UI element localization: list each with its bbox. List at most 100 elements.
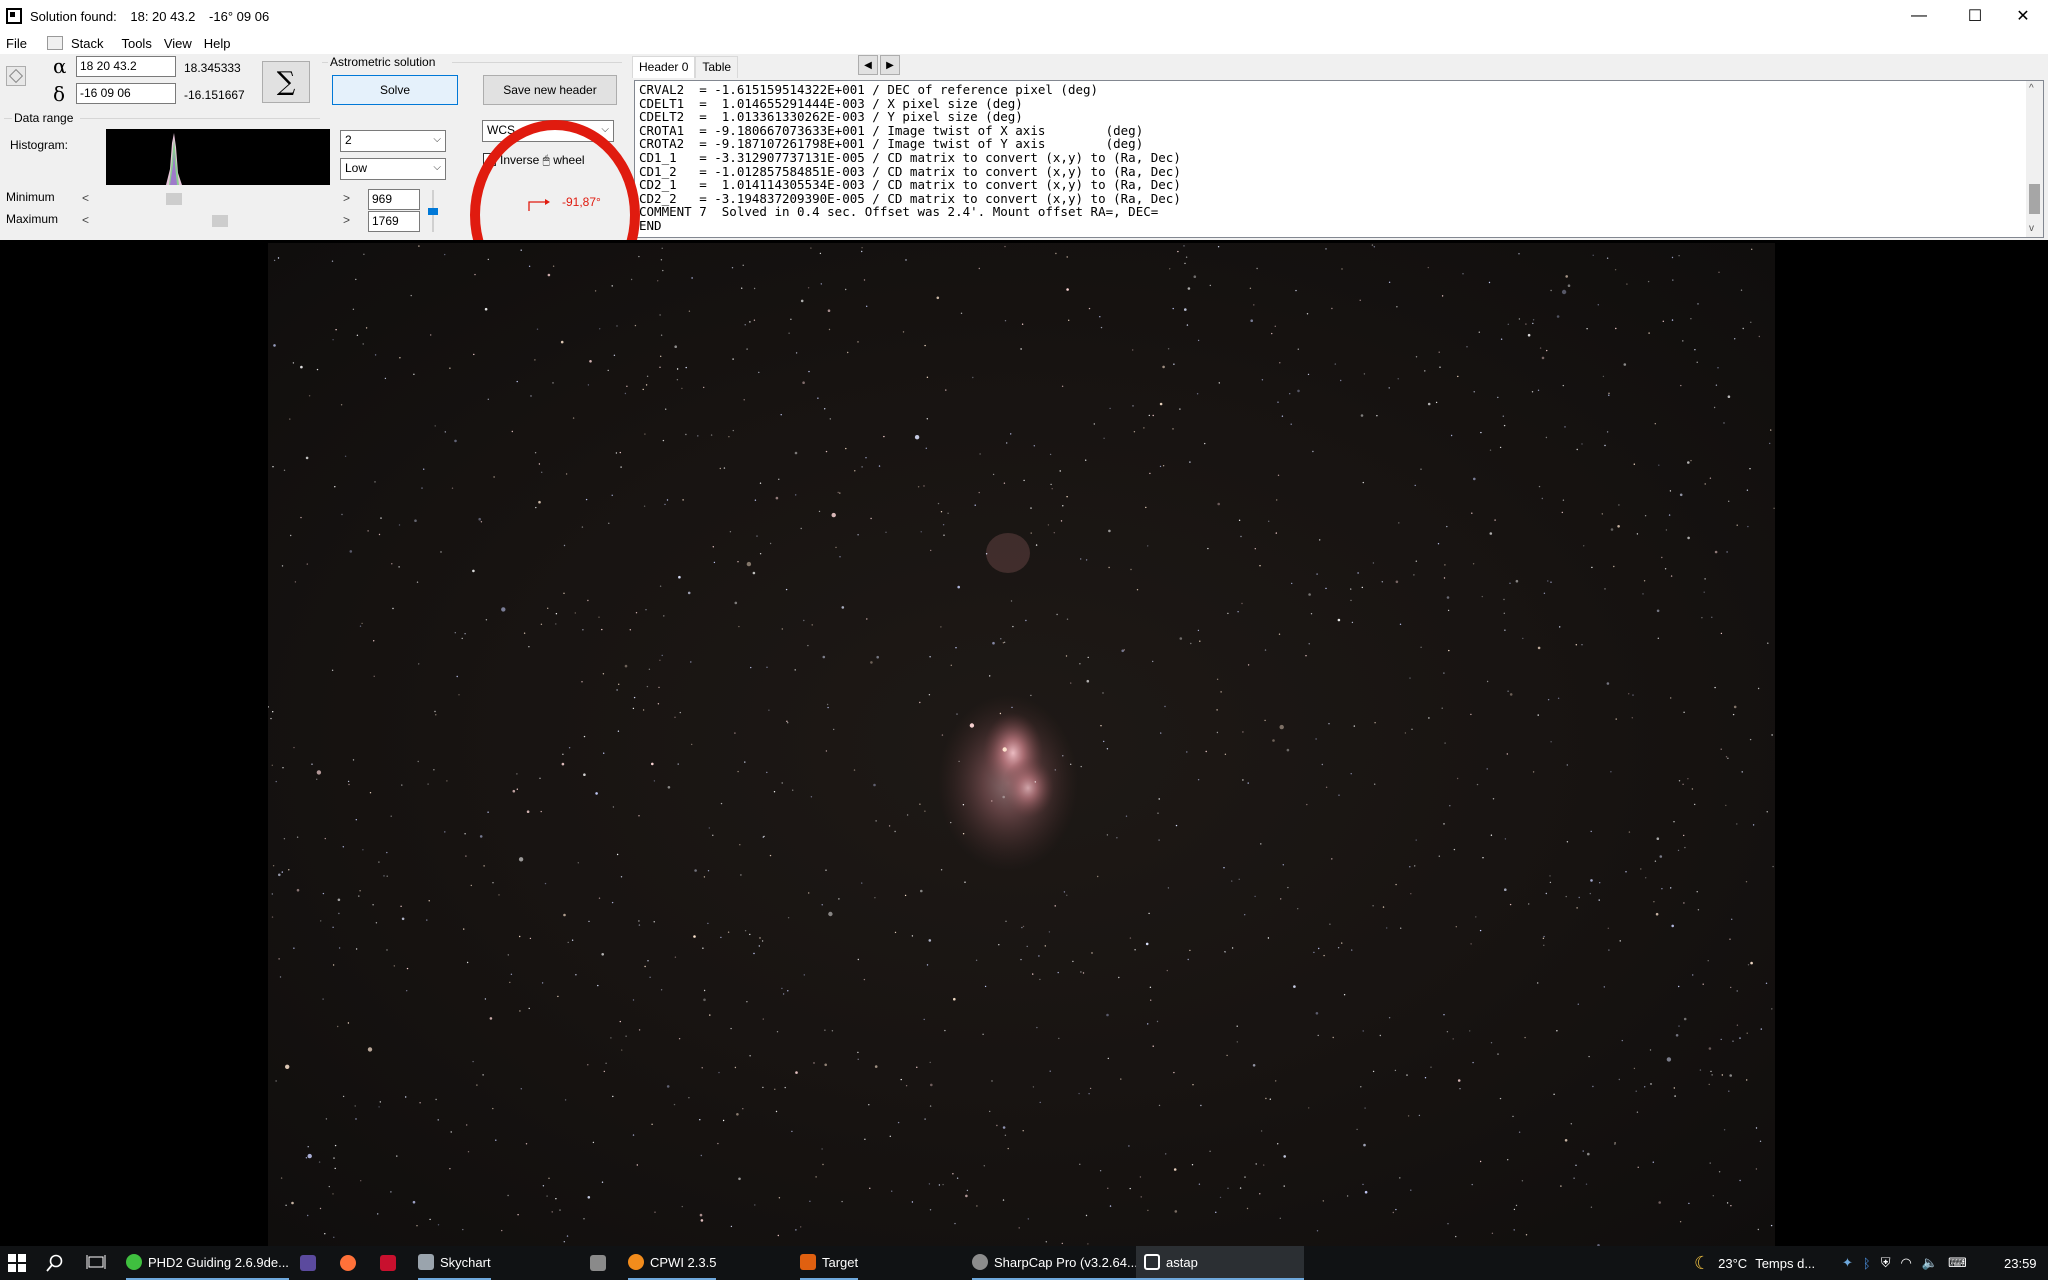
maximum-input[interactable]: 1769 — [368, 211, 420, 232]
prev-header-button[interactable]: ◀ — [858, 55, 878, 75]
star — [1583, 545, 1585, 547]
maximum-slider-thumb[interactable] — [212, 215, 228, 227]
image-viewer[interactable] — [0, 240, 2048, 1247]
header-scrollbar[interactable]: ^ v — [2026, 81, 2043, 237]
minimum-input[interactable]: 969 — [368, 189, 420, 210]
star — [575, 974, 577, 976]
star — [1325, 786, 1328, 788]
group-line — [322, 62, 328, 63]
dec-input[interactable]: -16 09 06 — [76, 83, 176, 104]
stretch-slider[interactable] — [428, 190, 438, 232]
star — [516, 773, 518, 775]
search-button[interactable] — [46, 1246, 64, 1280]
star — [635, 612, 638, 614]
star — [1328, 723, 1330, 725]
taskbar-item-app-purple[interactable] — [300, 1246, 316, 1280]
star — [1047, 524, 1050, 526]
stretch-thumb[interactable] — [428, 208, 438, 215]
star — [354, 1105, 356, 1107]
maximize-button[interactable]: ☐ — [1952, 0, 1998, 32]
star — [1033, 445, 1035, 447]
save-new-header-button[interactable]: Save new header — [483, 75, 617, 105]
star — [1054, 769, 1056, 771]
solve-button[interactable]: Solve — [332, 75, 458, 105]
volume-icon[interactable]: 🔈 — [1922, 1255, 1938, 1271]
star — [1683, 711, 1685, 713]
stack-sum-button[interactable]: ∑ — [262, 61, 310, 103]
star — [659, 314, 661, 316]
fits-header-text[interactable]: CRVAL2 = -1.615159514322E+001 / DEC of r… — [634, 80, 2044, 238]
clock[interactable]: 23:59 — [2004, 1246, 2037, 1280]
taskbar-item-asi[interactable] — [380, 1246, 396, 1280]
star — [1588, 1055, 1590, 1058]
binning-select[interactable]: 2 ⌵ — [340, 130, 446, 152]
diamond-tool-button[interactable] — [6, 66, 26, 86]
star — [1003, 482, 1006, 484]
taskbar-item-sharpcap[interactable]: SharpCap Pro (v3.2.64... — [972, 1246, 1138, 1280]
minimum-slider[interactable]: < > — [80, 191, 352, 207]
astrometric-group-label: Astrometric solution — [330, 55, 436, 69]
taskbar-item-firefox[interactable] — [340, 1246, 356, 1280]
close-button[interactable]: ✕ — [2000, 0, 2046, 32]
star — [1561, 289, 1567, 295]
tab-table[interactable]: Table — [695, 56, 739, 78]
star — [1562, 499, 1565, 501]
ra-input[interactable]: 18 20 43.2 — [76, 56, 176, 77]
star — [1441, 295, 1444, 297]
taskbar-item-cpwi[interactable]: CPWI 2.3.5 — [628, 1246, 717, 1280]
star — [1410, 1189, 1412, 1191]
keyboard-icon[interactable]: ⌨ — [1948, 1255, 1967, 1271]
star — [333, 1236, 335, 1238]
star — [777, 1234, 779, 1237]
star — [957, 585, 960, 589]
star — [1249, 287, 1252, 289]
menu-stack[interactable]: Stack — [65, 36, 110, 51]
star — [525, 1143, 528, 1145]
scroll-right-icon: > — [342, 191, 350, 205]
taskbar-item-astap[interactable]: astap — [1136, 1246, 1304, 1280]
menu-help[interactable]: Help — [198, 36, 237, 51]
star — [1528, 903, 1530, 905]
task-view-button[interactable] — [86, 1246, 106, 1280]
star — [620, 466, 622, 468]
next-header-button[interactable]: ▶ — [880, 55, 900, 75]
menu-view[interactable]: View — [158, 36, 198, 51]
star — [1712, 1195, 1715, 1197]
bluetooth-icon[interactable]: ᛒ — [1863, 1256, 1871, 1271]
taskbar-item-phd2[interactable]: PHD2 Guiding 2.6.9de... — [126, 1246, 289, 1280]
star — [795, 494, 797, 496]
star — [819, 252, 822, 255]
minimize-button[interactable]: — — [1896, 0, 1942, 32]
maximum-slider[interactable]: < > — [80, 213, 352, 229]
range-select[interactable]: Low ⌵ — [340, 158, 446, 180]
star — [1671, 319, 1674, 321]
tray-app-icon[interactable]: ✦ — [1842, 1255, 1853, 1271]
star — [1152, 660, 1154, 663]
temperature: 23°C — [1718, 1255, 1748, 1271]
star — [1729, 938, 1731, 940]
taskbar-item-skychart[interactable]: Skychart — [418, 1246, 491, 1280]
star — [1636, 1111, 1639, 1113]
tab-header-0[interactable]: Header 0 — [632, 56, 696, 78]
security-icon[interactable]: ⛨ — [1881, 1255, 1891, 1271]
star — [416, 581, 419, 583]
star — [1690, 318, 1692, 320]
star — [749, 1055, 751, 1057]
weather-widget[interactable]: ☾ 23°C Temps d... — [1694, 1246, 1815, 1280]
star — [1362, 1183, 1364, 1186]
star — [857, 341, 859, 343]
wifi-icon[interactable]: ◠ — [1900, 1255, 1911, 1271]
start-button[interactable] — [8, 1246, 26, 1280]
minimum-slider-thumb[interactable] — [165, 193, 182, 205]
menu-tools[interactable]: Tools — [115, 36, 157, 51]
star — [555, 1198, 557, 1200]
taskbar-item-target[interactable]: Target — [800, 1246, 859, 1280]
star — [657, 280, 659, 282]
taskbar-item-gear-app[interactable] — [590, 1246, 606, 1280]
star — [1012, 625, 1014, 628]
star — [1507, 1159, 1509, 1161]
star — [1678, 1025, 1680, 1027]
header-scrollbar-thumb[interactable] — [2029, 184, 2040, 214]
star-field-image[interactable] — [267, 243, 1775, 1247]
menu-file[interactable]: File — [0, 36, 33, 51]
